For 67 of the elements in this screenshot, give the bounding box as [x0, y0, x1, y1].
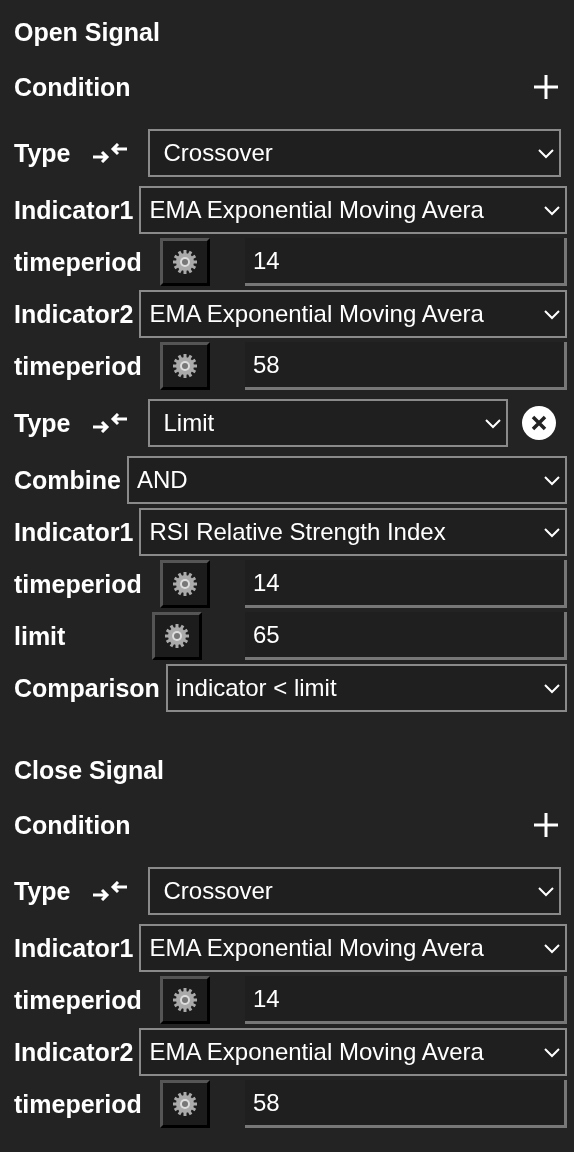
field-label: Type	[14, 408, 71, 438]
dropdown[interactable]: indicator < limit	[165, 664, 567, 712]
swap-arrows-icon	[90, 881, 129, 901]
field-label: Type	[14, 876, 71, 906]
field-label: timeperiod	[14, 985, 142, 1015]
add-button[interactable]	[533, 812, 559, 838]
chevron-down-icon	[537, 885, 555, 897]
settings-button[interactable]	[159, 560, 210, 608]
chevron-down-icon	[543, 526, 561, 538]
chevron-down-icon	[543, 308, 561, 320]
field-label: limit	[14, 621, 67, 651]
chevron-down-icon	[543, 682, 561, 694]
section-title: Open Signal	[14, 16, 161, 48]
field-label: Indicator1	[14, 517, 134, 547]
chevron-down-icon	[543, 204, 561, 216]
section-title: Close Signal	[14, 754, 166, 786]
chevron-down-icon	[543, 474, 561, 486]
swap-arrows-icon	[90, 413, 129, 433]
number-field[interactable]: 14	[245, 560, 567, 608]
number-field[interactable]: 14	[245, 976, 567, 1024]
field-label: Type	[14, 138, 71, 168]
gear-icon	[171, 571, 198, 597]
dropdown[interactable]: EMA Exponential Moving Avera	[139, 1028, 567, 1076]
number-field[interactable]: 58	[245, 342, 567, 390]
dropdown[interactable]: EMA Exponential Moving Avera	[139, 290, 567, 338]
number-field[interactable]: 65	[245, 612, 567, 660]
field-label: timeperiod	[14, 247, 142, 277]
chevron-down-icon	[543, 942, 561, 954]
type-dropdown[interactable]: Crossover	[147, 867, 561, 915]
field-label: timeperiod	[14, 351, 142, 381]
settings-button[interactable]	[159, 976, 210, 1024]
condition-label: Condition	[14, 810, 131, 840]
chevron-down-icon	[543, 1046, 561, 1058]
field-label: timeperiod	[14, 1089, 142, 1119]
dropdown[interactable]: AND	[126, 456, 567, 504]
gear-icon	[171, 987, 198, 1013]
remove-button[interactable]	[522, 406, 556, 440]
settings-button[interactable]	[152, 612, 202, 660]
swap-arrows-icon	[90, 143, 129, 163]
field-label: Indicator2	[14, 299, 134, 329]
field-label: Indicator2	[14, 1037, 134, 1067]
gear-icon	[171, 249, 198, 275]
plus-icon	[533, 812, 559, 838]
plus-icon	[533, 74, 559, 100]
number-field[interactable]: 14	[245, 238, 567, 286]
chevron-down-icon	[484, 417, 502, 429]
field-label: Indicator1	[14, 933, 134, 963]
gear-icon	[164, 623, 190, 649]
dropdown[interactable]: EMA Exponential Moving Avera	[139, 186, 567, 234]
settings-button[interactable]	[159, 238, 210, 286]
field-label: Comparison	[14, 673, 160, 703]
chevron-down-icon	[537, 147, 555, 159]
field-label: Indicator1	[14, 195, 134, 225]
type-dropdown[interactable]: Crossover	[147, 129, 561, 177]
settings-button[interactable]	[159, 342, 210, 390]
gear-icon	[171, 1091, 198, 1117]
field-label: timeperiod	[14, 569, 142, 599]
field-label: Combine	[14, 465, 121, 495]
type-dropdown[interactable]: Limit	[147, 399, 508, 447]
settings-button[interactable]	[159, 1080, 210, 1128]
add-button[interactable]	[533, 74, 559, 100]
number-field[interactable]: 58	[245, 1080, 567, 1128]
close-icon	[522, 406, 556, 440]
gear-icon	[171, 353, 198, 379]
condition-label: Condition	[14, 72, 131, 102]
dropdown[interactable]: RSI Relative Strength Index	[139, 508, 567, 556]
dropdown[interactable]: EMA Exponential Moving Avera	[139, 924, 567, 972]
